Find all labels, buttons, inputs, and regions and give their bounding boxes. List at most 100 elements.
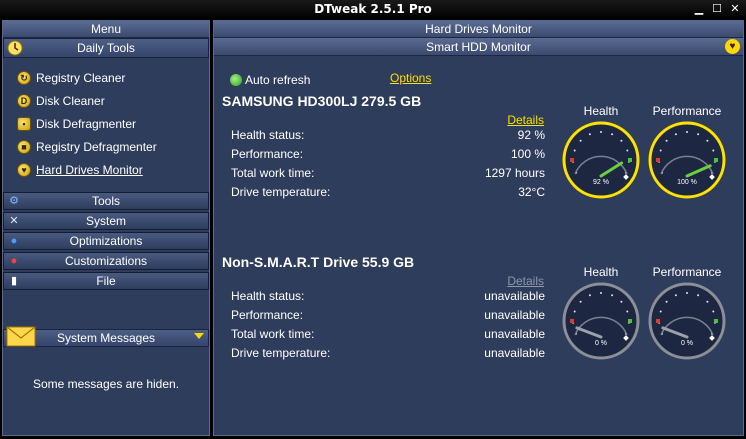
gauge-tick [665,300,668,303]
performance-value: unavailable [484,307,545,322]
gauge-min-marker [656,158,660,162]
table-row: Drive temperature: 32°C [231,182,545,201]
drive-name: SAMSUNG HD300LJ 279.5 GB [222,93,422,109]
wrench-icon: ✕ [9,215,19,227]
heart-icon[interactable]: ♥ [725,39,740,54]
envelope-icon [6,326,36,347]
category-customizations[interactable]: ● Customizations [3,252,209,270]
category-system[interactable]: ✕ System [3,212,209,230]
gauge-tick [600,292,602,294]
left-menu-panel: Menu Daily Tools ↻ Registry Cleaner D Di… [2,20,210,436]
drive-gauges-1: Health 92 % Performance 100 % [561,104,727,200]
gauge-tick [600,131,602,133]
panel-subtitle: Smart HDD Monitor [426,40,531,54]
hard-drives-monitor-panel: Hard Drives Monitor Smart HDD Monitor ♥ … [213,20,744,436]
gauge-title: Health [583,265,619,279]
table-row: Performance: unavailable [231,305,545,324]
drive-stats-table: Health status: 92 % Performance: 100 % Tot… [231,125,545,201]
field-label: Performance: [231,146,304,161]
menu-item-disk-cleaner[interactable]: D Disk Cleaner [17,89,209,112]
field-label: Performance: [231,307,304,322]
gauge-tick [626,149,629,152]
gauge-tick [659,310,662,313]
table-row: Drive temperature: unavailable [231,343,545,362]
menu-item-label: Disk Cleaner [36,93,105,108]
collapse-arrow-icon[interactable] [194,333,204,339]
menu-item-label: Registry Cleaner [36,70,126,85]
table-row: Total work time: unavailable [231,324,545,343]
gauge-tick [706,300,709,303]
gauge-value-label: 100 % [677,179,697,186]
field-label: Health status: [231,288,305,303]
gauge-tick [686,292,688,294]
disk-defragmenter-icon: ▪ [17,116,31,131]
category-label: Optimizations [69,234,143,248]
options-link[interactable]: Options [390,71,431,85]
category-label: Customizations [64,254,148,268]
gauge-tick [659,149,662,152]
refresh-icon [230,74,242,86]
gauge-tick [674,133,677,136]
gauge-tick [697,294,700,297]
daily-tools-header[interactable]: Daily Tools [3,38,209,58]
gauge-tick [620,300,623,303]
gauge-tick [579,139,582,142]
menu-item-registry-defragmenter[interactable]: ■ Registry Defragmenter [17,135,209,158]
gauge-max-marker [714,158,718,162]
gear-icon: ⚙ [9,195,19,207]
category-optimizations[interactable]: ● Optimizations [3,232,209,250]
health-gauge-dial: 92 % [562,121,640,199]
performance-value: 100 % [510,146,545,161]
performance-gauge-dial: 100 % [648,121,726,199]
performance-gauge: Performance 0 % [647,265,727,361]
category-label: Tools [91,194,120,208]
registry-cleaner-icon: ↻ [17,70,31,85]
menu-item-label: Disk Defragmenter [36,116,137,131]
maximize-button[interactable]: ☐ [710,2,724,16]
gauge-tick [686,131,688,133]
gauge-tick [712,310,715,313]
drive-stats-table: Health status: unavailable Performance: un… [231,286,545,362]
paint-icon: ● [10,255,18,267]
table-row: Total work time: 1297 hours [231,163,545,182]
drive-card-2: Non-S.M.A.R.T Drive 55.9 GB Details Heal… [222,254,552,374]
auto-refresh-label: Auto refresh [245,73,311,87]
category-file[interactable]: ▮ File [3,272,209,290]
work-time-value: 1297 hours [484,165,545,180]
menu-header: Menu [3,21,209,38]
daily-tools-icon [7,40,23,56]
gauge-tick [674,294,677,297]
performance-gauge: Performance 100 % [647,104,727,200]
gauge-tick [588,133,591,136]
gauge-tick [573,310,576,313]
drive-card-1: SAMSUNG HD300LJ 279.5 GB Details Health … [222,93,552,213]
temperature-value: 32°C [518,184,545,199]
field-label: Health status: [231,127,305,142]
auto-refresh-toggle[interactable]: Auto refresh [230,73,310,87]
work-time-value: unavailable [484,326,545,341]
table-row: Performance: 100 % [231,144,545,163]
system-messages-panel: System Messages Some messages are hiden. [3,326,209,391]
menu-item-hard-drives-monitor[interactable]: ♥ Hard Drives Monitor [17,158,209,181]
menu-item-label: Hard Drives Monitor [36,162,143,177]
menu-item-disk-defragmenter[interactable]: ▪ Disk Defragmenter [17,112,209,135]
gauge-tick [611,133,614,136]
gauge-value-label: 0 % [595,340,607,347]
gauge-title: Performance [652,265,722,279]
category-tools[interactable]: ⚙ Tools [3,192,209,210]
daily-tools-label: Daily Tools [77,41,135,55]
menu-item-registry-cleaner[interactable]: ↻ Registry Cleaner [17,66,209,89]
system-messages-header[interactable]: System Messages [3,326,209,347]
gauge-tick [712,149,715,152]
minimize-button[interactable]: ▁ [692,2,706,16]
disk-cleaner-icon: D [17,93,31,108]
health-value: 92 % [517,127,545,142]
gauge-tick [588,294,591,297]
gauge-min-marker [570,158,574,162]
heart-icon: ♥ [17,162,31,177]
gauge-min-marker [570,319,574,323]
health-value: unavailable [484,288,545,303]
field-label: Drive temperature: [231,345,331,360]
gauge-tick [573,149,576,152]
close-button[interactable]: ✕ [728,2,742,16]
